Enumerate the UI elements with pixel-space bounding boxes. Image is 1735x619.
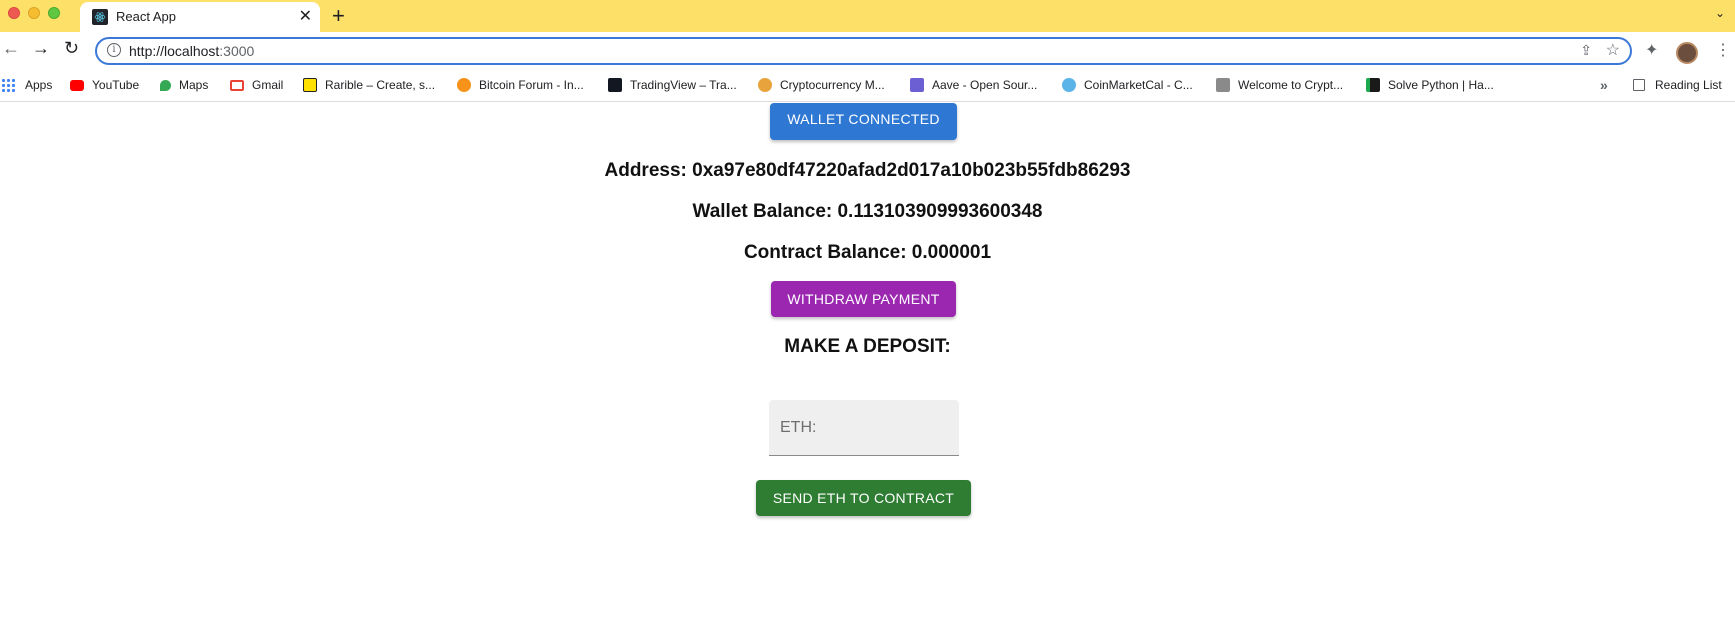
bookmark-welcome-crypto[interactable]: Welcome to Crypt...: [1216, 78, 1343, 92]
reload-icon[interactable]: ↻: [64, 38, 79, 59]
tab-title: React App: [116, 9, 176, 24]
apps-grid-icon: [2, 78, 15, 92]
bookmark-label: Apps: [25, 78, 53, 92]
close-window-button[interactable]: [8, 7, 20, 19]
more-bookmarks-icon[interactable]: »: [1600, 77, 1608, 93]
wallet-connected-button[interactable]: WALLET CONNECTED: [770, 103, 957, 140]
site-info-icon[interactable]: i: [107, 43, 121, 57]
reading-list-label: Reading List: [1655, 78, 1722, 92]
bookmark-maps[interactable]: Maps: [160, 78, 208, 92]
bookmark-label: YouTube: [92, 78, 140, 92]
url-text[interactable]: http://localhost:3000: [129, 43, 254, 59]
app-page: WALLET CONNECTED Address: 0xa97e80df4722…: [0, 103, 1735, 619]
back-arrow-icon[interactable]: ←: [2, 38, 20, 59]
youtube-icon: [70, 79, 84, 91]
share-icon[interactable]: ⇪: [1580, 42, 1592, 59]
eth-input[interactable]: [769, 400, 959, 455]
aave-icon: [910, 78, 924, 92]
contract-balance-label: Contract Balance: 0.000001: [743, 242, 992, 263]
bookmark-aave[interactable]: Aave - Open Sour...: [910, 78, 1037, 92]
gmail-icon: [230, 79, 244, 91]
tab-search-chevron-icon[interactable]: ⌄: [1715, 6, 1725, 20]
bookmark-label: Rarible – Create, s...: [325, 78, 436, 92]
bookmark-apps[interactable]: Apps: [2, 78, 52, 92]
bookmark-bitcoin-forum[interactable]: Bitcoin Forum - In...: [457, 78, 584, 92]
bookmark-tradingview[interactable]: TradingView – Tra...: [608, 78, 737, 92]
bookmark-rarible[interactable]: Rarible – Create, s...: [303, 78, 435, 92]
browser-menu-icon[interactable]: ⋮: [1715, 40, 1731, 60]
browser-tab[interactable]: React App ✕: [80, 2, 320, 32]
bookmark-label: Solve Python | Ha...: [1388, 78, 1494, 92]
maps-pin-icon: [160, 79, 171, 91]
extensions-puzzle-icon[interactable]: ✦: [1645, 40, 1658, 60]
bookmark-label: Cryptocurrency M...: [780, 78, 885, 92]
bookmark-coinmarketcal[interactable]: CoinMarketCal - C...: [1062, 78, 1193, 92]
bookmark-cryptocurrency[interactable]: Cryptocurrency M...: [758, 78, 885, 92]
coinmarketcal-icon: [1062, 78, 1076, 92]
bookmark-label: Gmail: [252, 78, 284, 92]
profile-avatar[interactable]: [1676, 42, 1698, 64]
tradingview-icon: [608, 78, 622, 92]
browser-tab-strip: React App ✕ + ⌄: [0, 0, 1735, 32]
maximize-window-button[interactable]: [48, 7, 60, 19]
forward-arrow-icon[interactable]: →: [32, 38, 50, 59]
bookmark-gmail[interactable]: Gmail: [230, 78, 283, 92]
bookmark-youtube[interactable]: YouTube: [70, 78, 139, 92]
address-label: Address: 0xa97e80df47220afad2d017a10b023…: [604, 160, 1131, 181]
minimize-window-button[interactable]: [28, 7, 40, 19]
rarible-icon: [303, 78, 317, 92]
bitcoin-icon: [457, 78, 471, 92]
browser-toolbar: ← → ↻ i http://localhost:3000 ⇪ ☆: [0, 32, 1735, 70]
bookmark-hackerrank[interactable]: Solve Python | Ha...: [1366, 78, 1494, 92]
bookmark-label: Aave - Open Sour...: [932, 78, 1038, 92]
crypto-site-icon: [1216, 78, 1230, 92]
bookmark-star-icon[interactable]: ☆: [1606, 40, 1620, 60]
bookmark-label: Maps: [179, 78, 209, 92]
hackerrank-icon: [1366, 78, 1380, 92]
withdraw-payment-button[interactable]: WITHDRAW PAYMENT: [771, 281, 956, 317]
bookmark-label: TradingView – Tra...: [630, 78, 737, 92]
reading-list-button[interactable]: Reading List: [1633, 78, 1722, 92]
bookmark-label: Welcome to Crypt...: [1238, 78, 1344, 92]
bookmarks-bar: Apps YouTube Maps Gmail Rarible – Create…: [0, 70, 1735, 102]
close-tab-icon[interactable]: ✕: [299, 6, 312, 26]
reading-list-icon: [1633, 79, 1645, 91]
deposit-heading: MAKE A DEPOSIT:: [784, 336, 951, 357]
bookmark-label: CoinMarketCal - C...: [1084, 78, 1193, 92]
send-eth-button[interactable]: SEND ETH TO CONTRACT: [756, 480, 971, 516]
wallet-balance-label: Wallet Balance: 0.113103909993600348: [692, 201, 1043, 222]
new-tab-icon[interactable]: +: [332, 3, 345, 29]
crypto-icon: [758, 78, 772, 92]
url-port: :3000: [219, 43, 255, 59]
eth-amount-field[interactable]: [769, 400, 959, 456]
address-bar[interactable]: i http://localhost:3000 ⇪ ☆: [95, 37, 1632, 65]
react-logo-icon: [92, 9, 108, 25]
bookmark-label: Bitcoin Forum - In...: [479, 78, 584, 92]
url-host: http://localhost: [129, 43, 220, 59]
